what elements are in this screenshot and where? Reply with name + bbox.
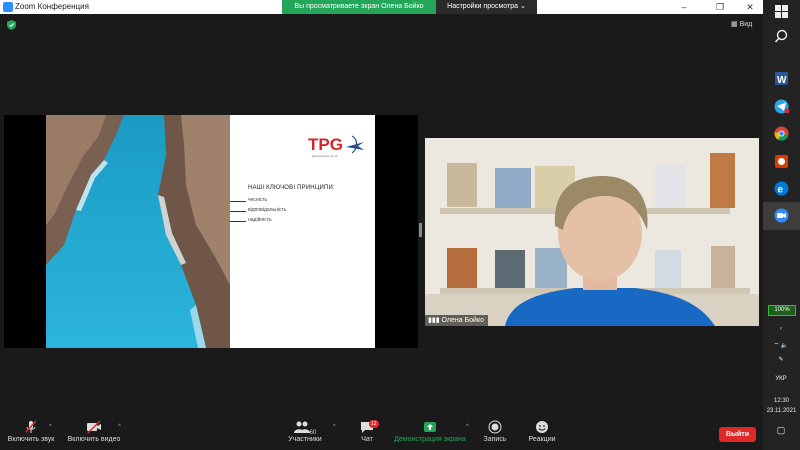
keyboard-language[interactable]: УКР xyxy=(766,376,796,382)
zoom-icon[interactable] xyxy=(773,207,790,224)
minimize-button[interactable]: – xyxy=(672,0,696,14)
record-button[interactable]: Запись xyxy=(480,420,510,443)
media-app-icon[interactable] xyxy=(773,153,790,170)
tpg-logo-text: TPG xyxy=(308,135,343,154)
chrome-icon[interactable] xyxy=(773,125,790,142)
bullet-line xyxy=(230,211,246,212)
chevron-up-icon[interactable]: ‹ xyxy=(768,326,794,332)
participant-video xyxy=(425,138,759,326)
view-options-menu[interactable]: Настройки просмотра ⌄ xyxy=(436,0,537,14)
word-icon[interactable]: W xyxy=(773,70,790,87)
share-screen-button[interactable]: Демонстрация экрана xyxy=(393,420,467,443)
start-video-button[interactable]: Включить видео xyxy=(67,420,121,443)
notifications-icon[interactable]: ▢ xyxy=(766,425,796,436)
clock-date[interactable]: 23.11.2021 xyxy=(763,408,800,414)
logo-subtitle: Дніпровська група xyxy=(312,154,338,158)
principle-item: надійність xyxy=(248,217,272,223)
reactions-icon xyxy=(536,421,548,433)
leave-meeting-button[interactable]: Выйти xyxy=(719,427,756,442)
network-volume-icons[interactable]: ⌔ 🔈 xyxy=(766,341,796,349)
close-button[interactable]: ✕ xyxy=(738,0,762,14)
view-options-label: Настройки просмотра xyxy=(447,3,519,10)
audio-options-caret[interactable]: ^ xyxy=(49,424,52,430)
edge-icon[interactable]: e xyxy=(773,180,790,197)
reactions-button[interactable]: Реакции xyxy=(526,420,558,443)
slide-photo-coast xyxy=(46,115,230,348)
participant-name: Олена Бойко xyxy=(441,317,484,324)
unmute-label: Включить звук xyxy=(7,436,55,443)
svg-text:e: e xyxy=(778,185,784,196)
windows-start-icon[interactable] xyxy=(773,3,790,20)
tpg-logo: TPG xyxy=(308,135,364,154)
share-options-caret[interactable]: ^ xyxy=(466,424,469,430)
shield-icon[interactable] xyxy=(7,20,16,30)
bullet-line xyxy=(230,221,246,222)
window-title: Zoom Конференция xyxy=(15,2,89,11)
start-video-label: Включить видео xyxy=(67,436,121,443)
record-icon xyxy=(488,420,502,434)
signal-icon: ▮▮▮ xyxy=(428,317,440,324)
maximize-button[interactable]: ❐ xyxy=(708,0,732,14)
record-label: Запись xyxy=(483,436,507,443)
principle-item: відповідальність xyxy=(248,207,287,213)
grid-icon: ▦ xyxy=(731,21,738,28)
search-icon[interactable] xyxy=(773,28,790,45)
screen-share-banner: Вы просматриваете экран Олена Бойко xyxy=(282,0,436,14)
participants-options-caret[interactable]: ^ xyxy=(333,424,336,430)
pen-icon[interactable]: ✎ xyxy=(766,356,796,363)
chat-label: Чат xyxy=(361,436,373,443)
participants-label: Участники xyxy=(288,436,322,443)
bullet-line xyxy=(230,201,246,202)
reactions-label: Реакции xyxy=(528,436,556,443)
split-divider-handle[interactable] xyxy=(419,223,422,237)
share-screen-label: Демонстрация экрана xyxy=(394,436,466,443)
microphone-muted-icon xyxy=(25,420,37,433)
principle-item: чесність xyxy=(248,197,268,203)
gallery-view-button[interactable]: ▦ Вид xyxy=(731,20,752,28)
participant-name-label: ▮▮▮ Олена Бойко xyxy=(425,315,488,326)
zoom-app-icon xyxy=(3,2,13,12)
participants-button[interactable]: 60 Участники xyxy=(285,420,325,443)
svg-text:W: W xyxy=(777,75,787,86)
telegram-icon[interactable] xyxy=(773,98,790,115)
chevron-down-icon: ⌄ xyxy=(519,3,526,10)
battery-indicator[interactable]: 100% xyxy=(768,305,796,316)
clock-time[interactable]: 12:30 xyxy=(763,398,800,404)
share-screen-icon xyxy=(424,422,436,432)
slide-heading: НАШІ КЛЮЧОВІ ПРИНЦИПИ: xyxy=(248,185,335,191)
camera-off-icon xyxy=(87,420,101,434)
participants-icon xyxy=(293,421,310,433)
view-button-label: Вид xyxy=(739,21,753,28)
video-options-caret[interactable]: ^ xyxy=(118,424,121,430)
chat-unread-badge: 12 xyxy=(369,420,379,428)
